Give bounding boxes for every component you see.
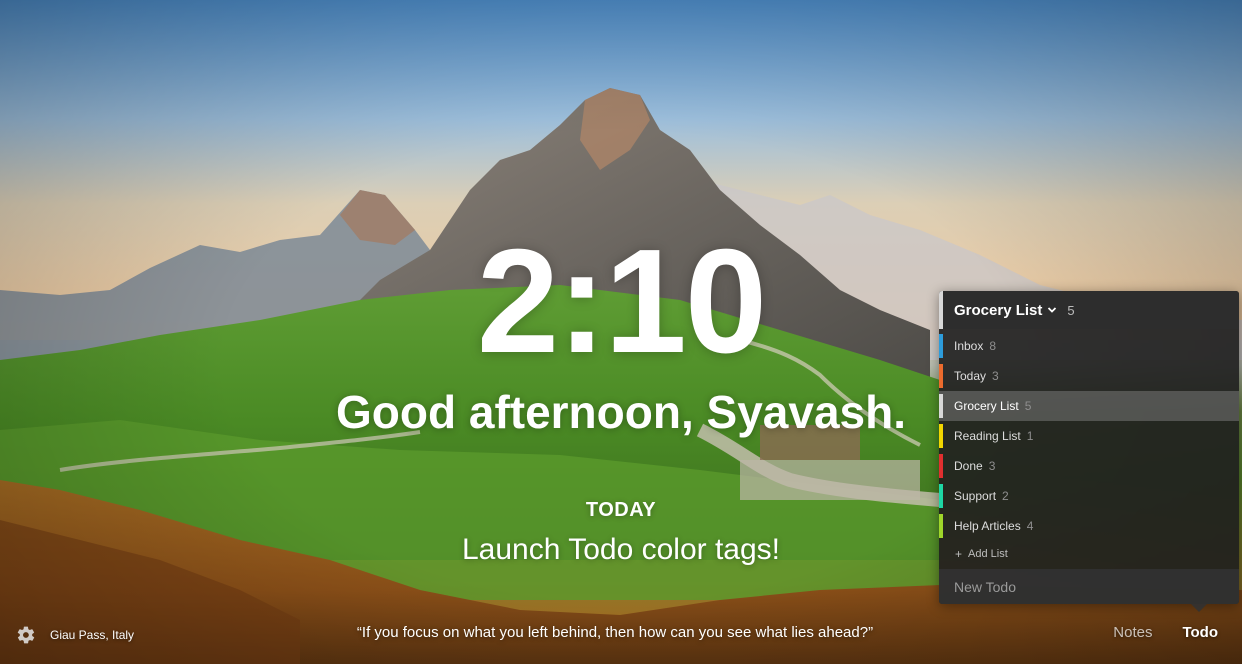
todo-button[interactable]: Todo <box>1182 624 1218 641</box>
chevron-down-icon <box>1048 307 1057 313</box>
notes-button[interactable]: Notes <box>1113 624 1152 641</box>
list-item-count: 8 <box>989 339 997 353</box>
add-list-label: Add List <box>968 548 1008 560</box>
list-item-name: Done <box>954 459 983 473</box>
color-tag <box>939 364 943 388</box>
list-item-name: Today <box>954 369 987 383</box>
list-item-grocery-list[interactable]: Grocery List 5 <box>939 391 1239 421</box>
daily-quote: “If you focus on what you left behind, t… <box>356 624 874 641</box>
new-todo-input[interactable] <box>939 569 1239 604</box>
list-item-count: 3 <box>992 369 999 383</box>
color-tag <box>939 484 943 508</box>
list-item-name: Help Articles <box>954 519 1021 533</box>
list-item-name: Support <box>954 489 997 503</box>
color-tag <box>939 334 943 358</box>
current-list-count: 5 <box>1067 302 1075 318</box>
color-tag <box>939 394 943 418</box>
list-item-count: 4 <box>1026 519 1034 533</box>
list-item-count: 3 <box>988 459 996 473</box>
todo-panel: Grocery List 5 Inbox 8 Today 3 Grocery L… <box>939 291 1239 604</box>
list-item-done[interactable]: Done 3 <box>939 451 1239 481</box>
list-item-reading-list[interactable]: Reading List 1 <box>939 421 1239 451</box>
list-item-help-articles[interactable]: Help Articles 4 <box>939 511 1239 541</box>
list-item-count: 1 <box>1026 429 1034 443</box>
list-item-count: 5 <box>1024 399 1032 413</box>
color-tag <box>939 424 943 448</box>
list-item-name: Reading List <box>954 429 1021 443</box>
color-tag <box>939 454 943 478</box>
list-item-name: Grocery List <box>954 399 1019 413</box>
list-item-support[interactable]: Support 2 <box>939 481 1239 511</box>
list-item-name: Inbox <box>954 339 984 353</box>
list-item-inbox[interactable]: Inbox 8 <box>939 331 1239 361</box>
panel-pointer <box>1191 604 1207 612</box>
list-menu: Inbox 8 Today 3 Grocery List 5 Reading L… <box>939 331 1239 541</box>
list-item-count: 2 <box>1002 489 1009 503</box>
list-item-today[interactable]: Today 3 <box>939 361 1239 391</box>
color-tag <box>939 514 943 538</box>
plus-icon: + <box>955 547 963 561</box>
bottom-right-bar: Notes Todo <box>1113 624 1218 641</box>
list-selector[interactable]: Grocery List 5 <box>939 291 1239 329</box>
current-list-title: Grocery List <box>954 301 1043 319</box>
add-list-button[interactable]: + Add List <box>939 541 1239 567</box>
